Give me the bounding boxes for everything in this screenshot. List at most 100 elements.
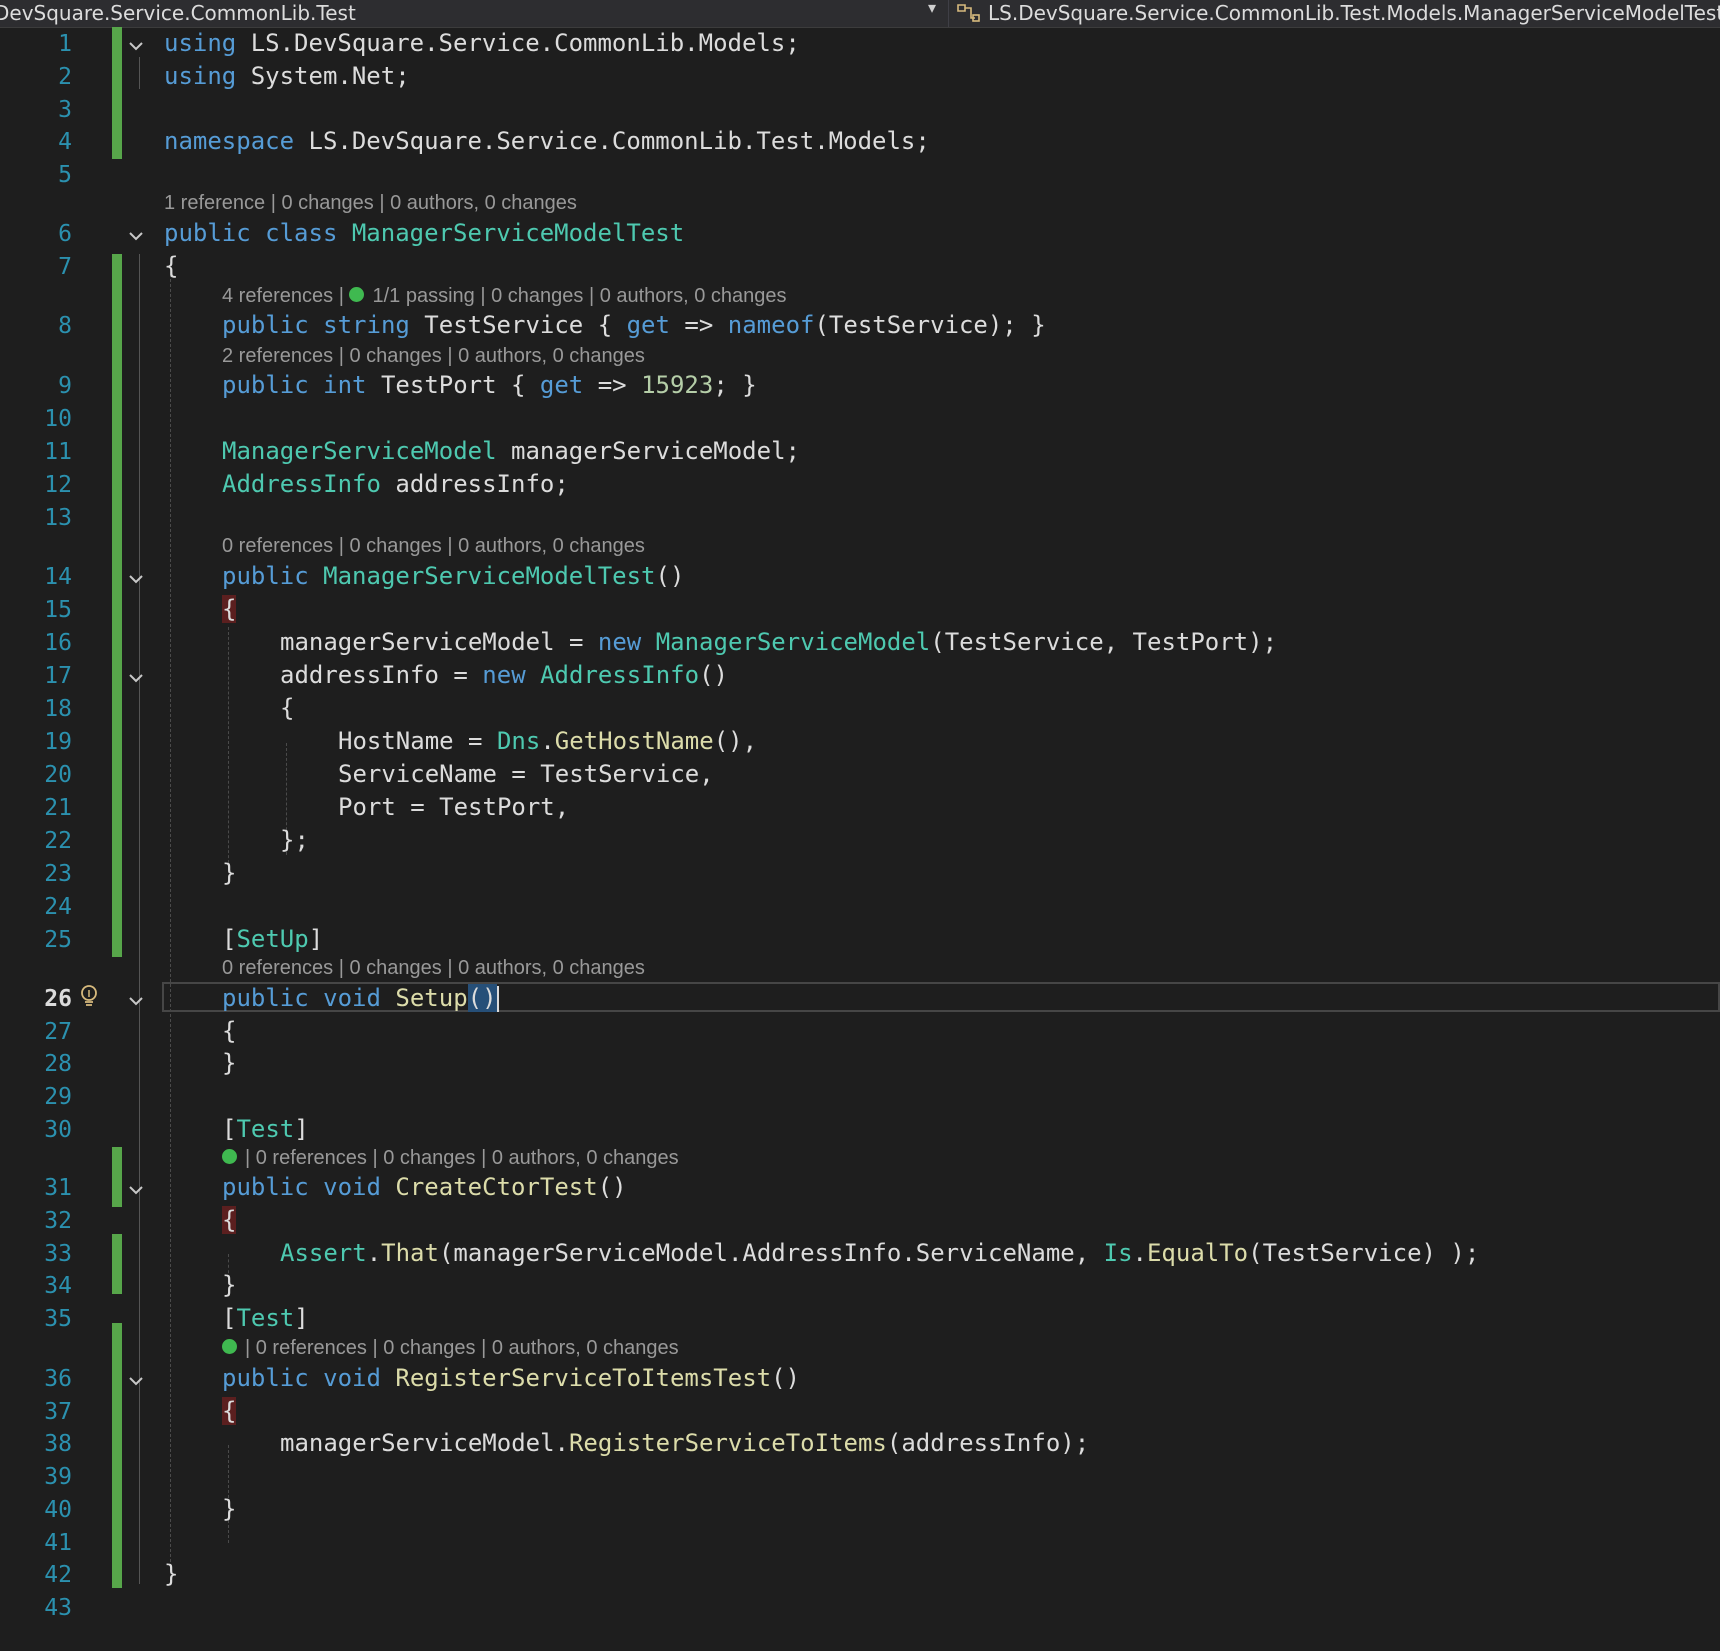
change-bar: [112, 27, 122, 159]
code-text: using System.Net;: [164, 62, 410, 90]
line-number: 21: [44, 795, 72, 821]
code-text: {: [222, 1017, 237, 1045]
code-text: Assert.That(managerServiceModel.AddressI…: [280, 1239, 1480, 1267]
codelens-references[interactable]: | 0 references | 0 changes | 0 authors, …: [245, 1147, 679, 1169]
line-number: 13: [44, 505, 72, 531]
collapse-chevron-icon[interactable]: [126, 569, 146, 589]
collapse-chevron-icon[interactable]: [126, 226, 146, 246]
collapse-chevron-icon[interactable]: [126, 991, 146, 1011]
change-bar: [112, 254, 122, 957]
code-text: ServiceName = TestService,: [338, 760, 714, 788]
code-text: public void CreateCtorTest(): [222, 1173, 627, 1201]
code-text: }: [222, 1495, 237, 1523]
fold-scope-line: [139, 57, 140, 89]
type-dropdown[interactable]: LS.DevSquare.Service.CommonLib.Test.Mode…: [988, 1, 1720, 25]
lightbulb-icon[interactable]: [78, 984, 100, 1010]
codelens-test-status[interactable]: 1/1 passing | 0 changes | 0 authors, 0 c…: [372, 285, 786, 307]
line-number: 9: [58, 373, 72, 399]
line-number: 37: [44, 1399, 72, 1425]
line-number: 12: [44, 472, 72, 498]
project-dropdown[interactable]: DevSquare.Service.CommonLib.Test: [0, 1, 356, 25]
line-number: 33: [44, 1241, 72, 1267]
line-number: 28: [44, 1051, 72, 1077]
code-text: }: [222, 1271, 237, 1299]
line-number: 36: [44, 1366, 72, 1392]
indent-guide: [228, 1445, 229, 1543]
line-number: 31: [44, 1175, 72, 1201]
collapse-chevron-icon[interactable]: [126, 36, 146, 56]
chevron-down-icon[interactable]: ▾: [928, 0, 936, 17]
line-number: 39: [44, 1464, 72, 1490]
code-text: managerServiceModel = new ManagerService…: [280, 628, 1278, 656]
code-text: AddressInfo addressInfo;: [222, 470, 569, 498]
line-number: 30: [44, 1117, 72, 1143]
line-number: 26: [44, 986, 72, 1012]
code-text: {: [280, 694, 295, 722]
line-number: 22: [44, 828, 72, 854]
codelens-test-port[interactable]: 2 references | 0 changes | 0 authors, 0 …: [222, 345, 645, 368]
line-number: 15: [44, 597, 72, 623]
codelens-setup[interactable]: 0 references | 0 changes | 0 authors, 0 …: [222, 957, 645, 980]
test-passed-icon: [222, 1149, 237, 1165]
line-number: 29: [44, 1084, 72, 1110]
class-icon: [957, 4, 980, 22]
line-number: 4: [58, 129, 72, 155]
indent-guide: [170, 274, 171, 1572]
code-text: public class ManagerServiceModelTest: [164, 219, 685, 247]
code-text: }: [164, 1560, 179, 1588]
code-text: [SetUp]: [222, 925, 324, 953]
change-bar: [112, 1147, 122, 1207]
line-number: 43: [44, 1595, 72, 1621]
code-text: public ManagerServiceModelTest(): [222, 562, 685, 590]
collapse-chevron-icon[interactable]: [126, 1371, 146, 1391]
line-number: 27: [44, 1019, 72, 1045]
test-passed-icon: [222, 1339, 237, 1355]
codelens-create-ctor-test[interactable]: | 0 references | 0 changes | 0 authors, …: [222, 1147, 679, 1170]
line-number: 35: [44, 1306, 72, 1332]
code-text: Port = TestPort,: [338, 793, 570, 821]
line-number: 20: [44, 762, 72, 788]
line-number: 2: [58, 64, 72, 90]
code-text: HostName = Dns.GetHostName(),: [338, 727, 758, 755]
line-number: 38: [44, 1431, 72, 1457]
line-number: 42: [44, 1562, 72, 1588]
code-text: public void Setup(): [222, 984, 499, 1012]
code-text: public string TestService { get => nameo…: [222, 311, 1046, 339]
navigation-bar: DevSquare.Service.CommonLib.Test ▾ LS.De…: [0, 0, 1720, 28]
line-number: 7: [58, 254, 72, 280]
line-number: 10: [44, 406, 72, 432]
line-number: 8: [58, 313, 72, 339]
code-text: using LS.DevSquare.Service.CommonLib.Mod…: [164, 29, 800, 57]
code-text: }: [222, 859, 237, 887]
line-number: 5: [58, 162, 72, 188]
code-text: {: [164, 252, 179, 280]
line-number: 32: [44, 1208, 72, 1234]
codelens-constructor[interactable]: 0 references | 0 changes | 0 authors, 0 …: [222, 535, 645, 558]
test-passed-icon: [349, 287, 365, 303]
code-text: public void RegisterServiceToItemsTest(): [222, 1364, 800, 1392]
code-text: [Test]: [222, 1304, 309, 1332]
collapse-chevron-icon[interactable]: [126, 1180, 146, 1200]
codelens-class[interactable]: 1 reference | 0 changes | 0 authors, 0 c…: [164, 192, 577, 215]
code-text: public int TestPort { get => 15923; }: [222, 371, 757, 399]
code-text: {: [222, 595, 237, 623]
code-text: [Test]: [222, 1115, 309, 1143]
codelens-references[interactable]: | 0 references | 0 changes | 0 authors, …: [245, 1337, 679, 1359]
line-number: 14: [44, 564, 72, 590]
code-text: ManagerServiceModel managerServiceModel;: [222, 437, 800, 465]
line-number: 1: [58, 31, 72, 57]
code-text: {: [222, 1397, 237, 1425]
divider: [948, 0, 949, 27]
code-editor[interactable]: 1 using LS.DevSquare.Service.CommonLib.M…: [0, 27, 1720, 1651]
line-number: 17: [44, 663, 72, 689]
codelens-register-test[interactable]: | 0 references | 0 changes | 0 authors, …: [222, 1337, 679, 1360]
codelens-references[interactable]: 4 references |: [222, 285, 349, 307]
codelens-test-service[interactable]: 4 references | 1/1 passing | 0 changes |…: [222, 285, 787, 308]
collapse-chevron-icon[interactable]: [126, 668, 146, 688]
indent-guide: [228, 627, 229, 873]
line-number: 16: [44, 630, 72, 656]
code-text: addressInfo = new AddressInfo(): [280, 661, 728, 689]
line-number: 25: [44, 927, 72, 953]
line-number: 19: [44, 729, 72, 755]
code-text: namespace LS.DevSquare.Service.CommonLib…: [164, 127, 930, 155]
